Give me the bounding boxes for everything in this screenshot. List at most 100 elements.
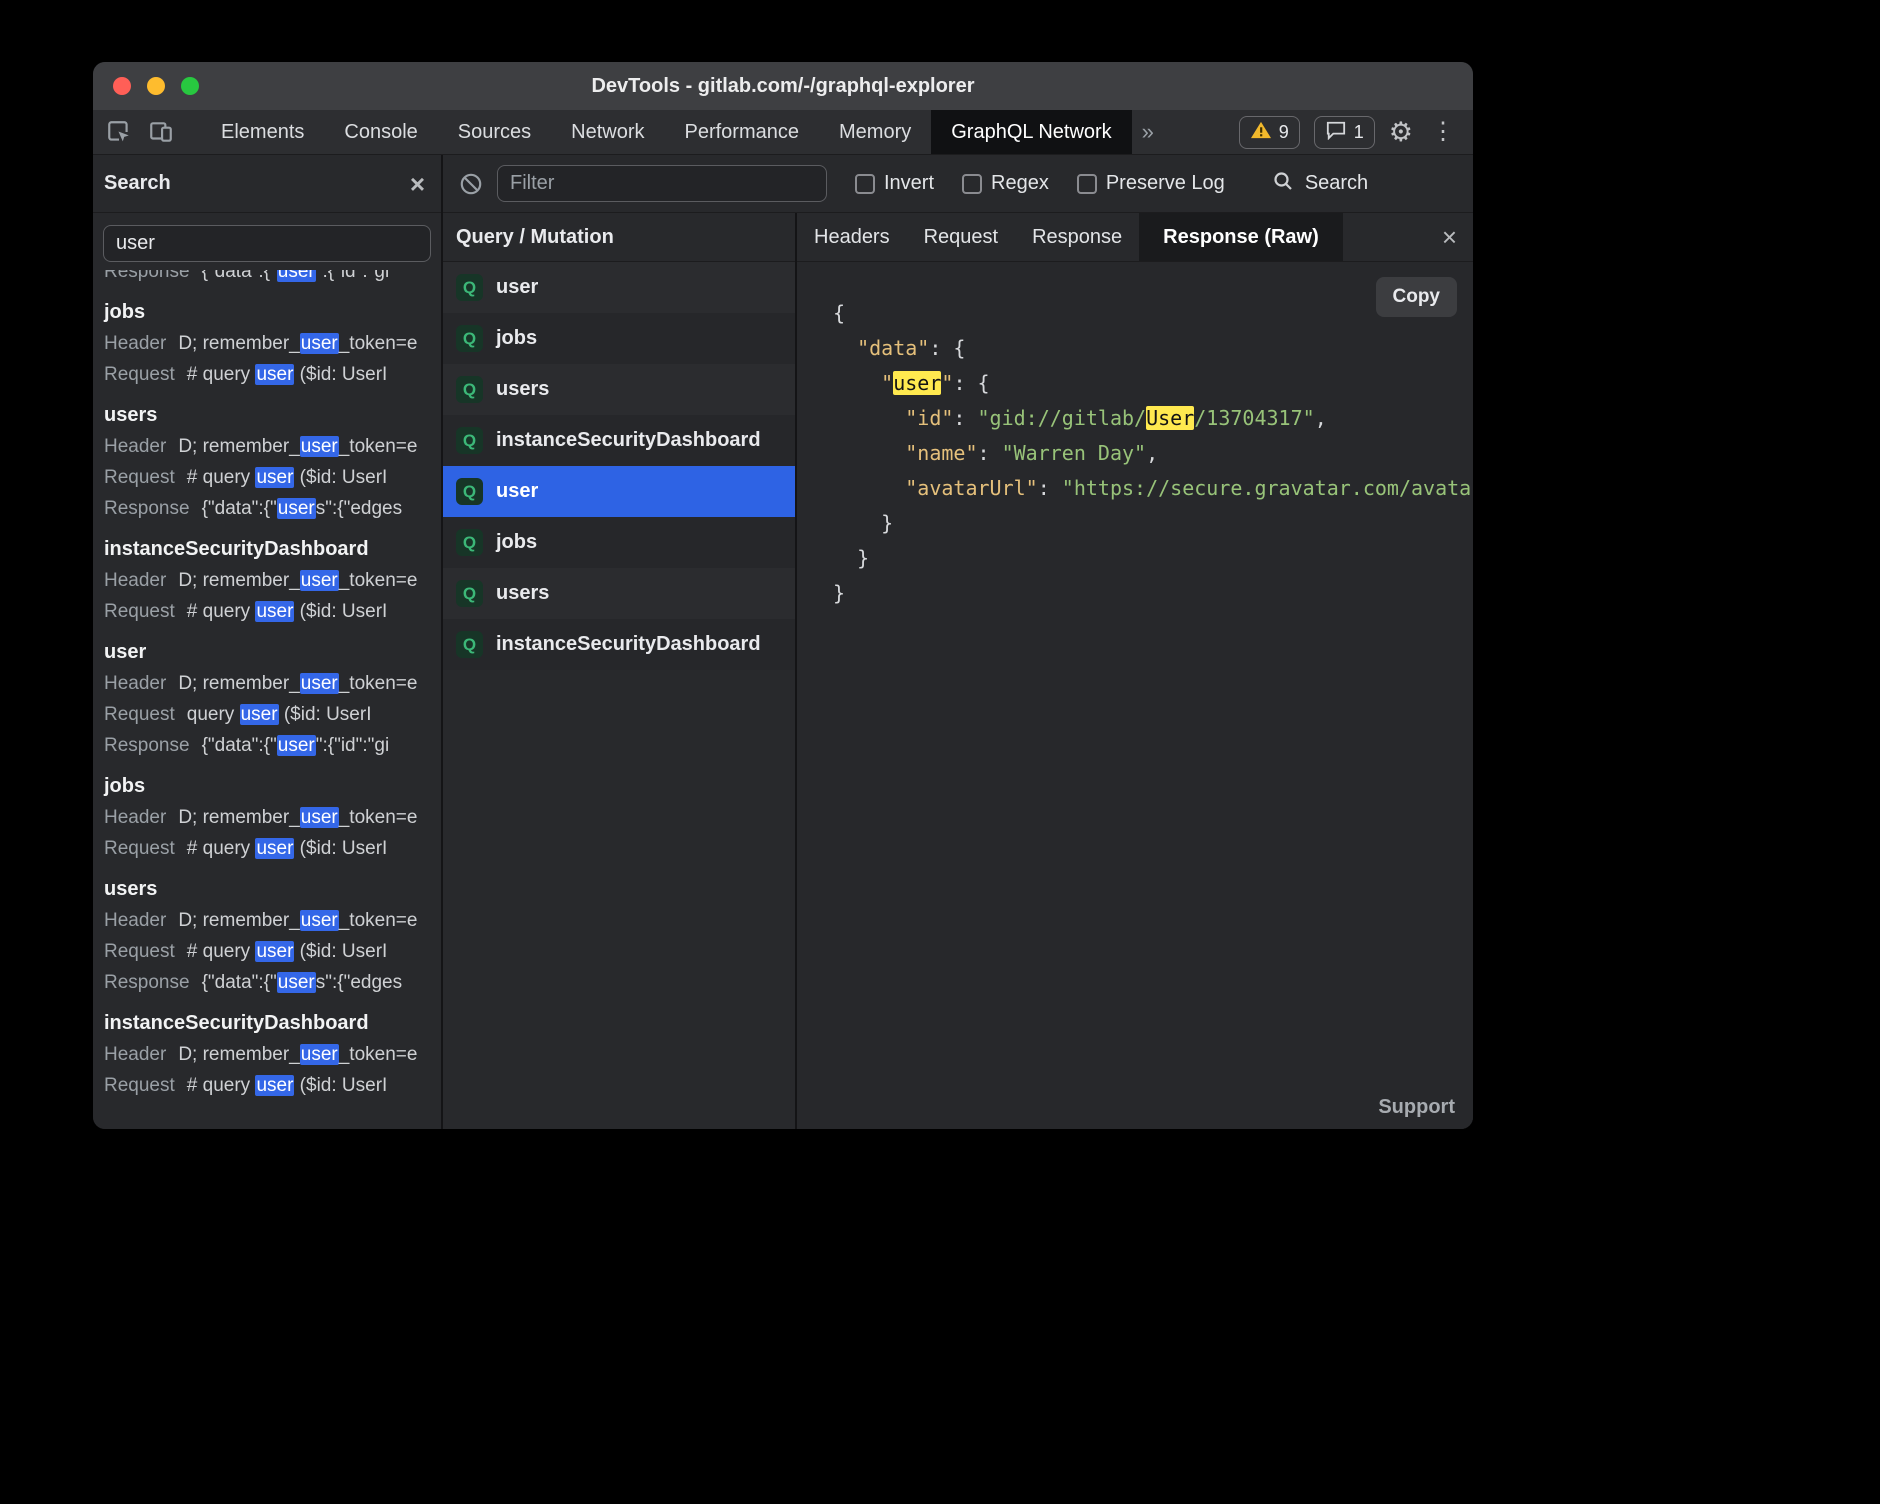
search-result-field-label: Request: [104, 364, 175, 385]
tab-network[interactable]: Network: [551, 110, 664, 154]
window-title: DevTools - gitlab.com/-/graphql-explorer: [591, 75, 974, 98]
tab-elements[interactable]: Elements: [201, 110, 324, 154]
search-result-row[interactable]: Request# query user ($id: UserI: [104, 462, 441, 493]
query-list-item[interactable]: Qjobs: [443, 313, 795, 364]
search-toggle-button[interactable]: Search: [1271, 169, 1368, 199]
search-result-row[interactable]: HeaderD; remember_user_token=e: [104, 431, 441, 462]
search-result-row[interactable]: Requestquery user ($id: UserI: [104, 699, 441, 730]
search-result-row[interactable]: Response{"data":{"user":{"id":"gi: [104, 730, 441, 761]
search-result-group: instanceSecurityDashboardHeaderD; rememb…: [104, 1008, 441, 1101]
search-result-title[interactable]: instanceSecurityDashboard: [104, 534, 441, 565]
close-detail-panel-icon[interactable]: ×: [1442, 224, 1457, 250]
json-token: ": [941, 371, 953, 395]
search-result-text: _token=e: [339, 807, 418, 828]
search-result-row[interactable]: Request# query user ($id: UserI: [104, 936, 441, 967]
query-label: users: [496, 378, 549, 401]
messages-badge[interactable]: 1: [1314, 116, 1375, 149]
search-result-group: jobsHeaderD; remember_user_token=eReques…: [104, 771, 441, 864]
search-results: Response{"data":{"user":{"id":"gijobsHea…: [93, 270, 441, 1126]
response-tab-response[interactable]: Response: [1015, 213, 1139, 261]
search-result-row[interactable]: HeaderD; remember_user_token=e: [104, 328, 441, 359]
search-result-title[interactable]: users: [104, 874, 441, 905]
tab-sources[interactable]: Sources: [438, 110, 551, 154]
search-result-title[interactable]: jobs: [104, 771, 441, 802]
search-result-row[interactable]: HeaderD; remember_user_token=e: [104, 565, 441, 596]
tab-memory[interactable]: Memory: [819, 110, 931, 154]
search-result-field-label: Header: [104, 570, 166, 591]
search-result-row[interactable]: Response{"data":{"users":{"edges: [104, 967, 441, 998]
search-result-row[interactable]: Response{"data":{"user":{"id":"gi: [104, 270, 441, 287]
tab-graphql-network[interactable]: GraphQL Network: [931, 110, 1131, 154]
search-result-text: ($id: UserI: [279, 704, 372, 725]
query-list-item[interactable]: Qjobs: [443, 517, 795, 568]
checkbox-preserve-log[interactable]: Preserve Log: [1077, 172, 1225, 195]
search-result-text: _token=e: [339, 436, 418, 457]
tab-console[interactable]: Console: [324, 110, 437, 154]
search-result-text: {"data":{": [202, 270, 277, 282]
search-result-title[interactable]: users: [104, 400, 441, 431]
title-bar[interactable]: DevTools - gitlab.com/-/graphql-explorer: [93, 62, 1473, 110]
search-result-text: D; remember_: [178, 910, 299, 931]
devtools-toolbar: ElementsConsoleSourcesNetworkPerformance…: [93, 110, 1473, 155]
raw-response-view: Copy { "data": { "user": { "id": "gid://…: [797, 262, 1473, 1129]
search-result-title[interactable]: jobs: [104, 297, 441, 328]
response-tab-headers[interactable]: Headers: [797, 213, 907, 261]
support-link[interactable]: Support: [1378, 1096, 1455, 1119]
issues-warning-badge[interactable]: 9: [1239, 116, 1300, 149]
search-result-row[interactable]: Request# query user ($id: UserI: [104, 1070, 441, 1101]
kebab-menu-icon[interactable]: ⋮: [1427, 120, 1459, 144]
search-result-text: ($id: UserI: [294, 467, 387, 488]
query-list-item[interactable]: Quser: [443, 262, 795, 313]
query-list-item-selected[interactable]: Quser: [443, 466, 795, 517]
search-result-text: # query: [187, 941, 256, 962]
json-token: {: [833, 301, 845, 325]
search-result-text: ($id: UserI: [294, 601, 387, 622]
search-result-row[interactable]: HeaderD; remember_user_token=e: [104, 668, 441, 699]
query-list-item[interactable]: QinstanceSecurityDashboard: [443, 415, 795, 466]
minimize-window-button[interactable]: [147, 77, 165, 95]
query-list-item[interactable]: Qusers: [443, 568, 795, 619]
checkbox-invert[interactable]: Invert: [855, 172, 934, 195]
tab-performance[interactable]: Performance: [665, 110, 820, 154]
query-list-item[interactable]: Qusers: [443, 364, 795, 415]
json-token: : {: [929, 336, 965, 360]
query-badge: Q: [456, 580, 483, 607]
query-list-item[interactable]: QinstanceSecurityDashboard: [443, 619, 795, 670]
response-tab-request[interactable]: Request: [907, 213, 1016, 261]
response-tab-response-raw[interactable]: Response (Raw): [1139, 213, 1343, 261]
search-result-row[interactable]: Request# query user ($id: UserI: [104, 596, 441, 627]
inspect-element-icon[interactable]: [105, 118, 133, 146]
search-result-title[interactable]: instanceSecurityDashboard: [104, 1008, 441, 1039]
filter-input[interactable]: [497, 165, 827, 202]
query-badge: Q: [456, 376, 483, 403]
search-result-row[interactable]: Request# query user ($id: UserI: [104, 359, 441, 390]
checkbox-regex[interactable]: Regex: [962, 172, 1049, 195]
search-input[interactable]: [103, 225, 431, 262]
search-result-text: s":{"edges: [316, 972, 402, 993]
json-token: ,: [1146, 441, 1158, 465]
search-result-row[interactable]: Response{"data":{"users":{"edges: [104, 493, 441, 524]
search-result-row[interactable]: Request# query user ($id: UserI: [104, 833, 441, 864]
search-result-field-label: Request: [104, 838, 175, 859]
search-result-row[interactable]: HeaderD; remember_user_token=e: [104, 905, 441, 936]
search-result-text: D; remember_: [178, 1044, 299, 1065]
checkbox-label: Invert: [884, 172, 934, 195]
clear-circle-slash-icon[interactable]: [457, 170, 485, 198]
close-window-button[interactable]: [113, 77, 131, 95]
settings-gear-icon[interactable]: ⚙: [1389, 119, 1413, 146]
zoom-window-button[interactable]: [181, 77, 199, 95]
search-result-title[interactable]: user: [104, 637, 441, 668]
search-result-row[interactable]: HeaderD; remember_user_token=e: [104, 802, 441, 833]
close-search-panel-icon[interactable]: ×: [410, 171, 425, 197]
search-match-highlight: user: [300, 910, 339, 931]
search-result-row[interactable]: HeaderD; remember_user_token=e: [104, 1039, 441, 1070]
device-toolbar-icon[interactable]: [147, 118, 175, 146]
query-label: jobs: [496, 531, 537, 554]
search-result-text: _token=e: [339, 570, 418, 591]
json-token: : {: [953, 371, 989, 395]
search-result-text: ":{"id":"gi: [316, 735, 389, 756]
search-result-text: ($id: UserI: [294, 1075, 387, 1096]
checkbox-box: [1077, 174, 1097, 194]
message-count: 1: [1354, 122, 1364, 143]
more-tabs-chevron-icon[interactable]: »: [1132, 119, 1164, 145]
